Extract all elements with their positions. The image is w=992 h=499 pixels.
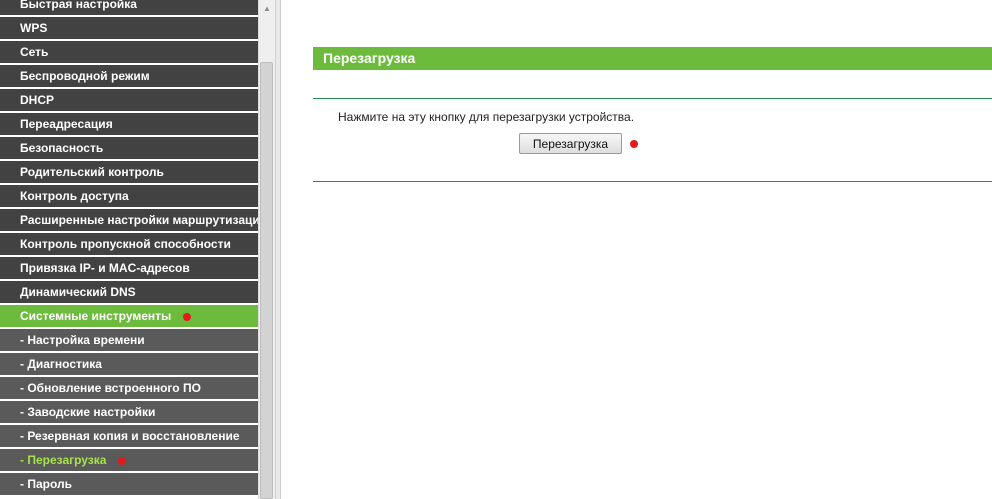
sidebar-item-system-tools[interactable]: Системные инструменты xyxy=(0,305,258,329)
sidebar-item-label: Привязка IP- и MAC-адресов xyxy=(20,261,190,275)
router-admin-window: Быстрая настройка WPS Сеть Беспроводной … xyxy=(0,0,992,499)
sidebar-item-dhcp[interactable]: DHCP xyxy=(0,89,258,113)
sidebar-item-password[interactable]: - Пароль xyxy=(0,473,258,497)
sidebar-menu: Быстрая настройка WPS Сеть Беспроводной … xyxy=(0,0,258,499)
sidebar-item-label: - Перезагрузка xyxy=(20,453,107,467)
sidebar-item-bandwidth-control[interactable]: Контроль пропускной способности xyxy=(0,233,258,257)
sidebar-item-wps[interactable]: WPS xyxy=(0,17,258,41)
sidebar-item-ip-mac-binding[interactable]: Привязка IP- и MAC-адресов xyxy=(0,257,258,281)
sidebar-item-label: Родительский контроль xyxy=(20,165,164,179)
scrollbar-thumb[interactable] xyxy=(260,62,273,499)
sidebar-item-time-settings[interactable]: - Настройка времени xyxy=(0,329,258,353)
sidebar-item-label: Контроль пропускной способности xyxy=(20,237,231,251)
sidebar-item-label: Беспроводной режим xyxy=(20,69,150,83)
sidebar-item-parental-control[interactable]: Родительский контроль xyxy=(0,161,258,185)
sidebar-item-label: - Заводские настройки xyxy=(20,405,156,419)
red-marker-dot-icon xyxy=(183,313,191,321)
red-marker-dot-icon xyxy=(118,457,126,465)
sidebar-item-label: Безопасность xyxy=(20,141,104,155)
sidebar-item-label: Динамический DNS xyxy=(20,285,136,299)
sidebar-item-label: Переадресация xyxy=(20,117,113,131)
sidebar-item-access-control[interactable]: Контроль доступа xyxy=(0,185,258,209)
sidebar-item-firmware-upgrade[interactable]: - Обновление встроенного ПО xyxy=(0,377,258,401)
sidebar-item-quick-setup[interactable]: Быстрая настройка xyxy=(0,0,258,17)
sidebar-item-diagnostics[interactable]: - Диагностика xyxy=(0,353,258,377)
sidebar-item-label: - Диагностика xyxy=(20,357,102,371)
scroll-up-arrow-icon[interactable]: ▲ xyxy=(259,0,275,17)
sidebar-item-label: - Настройка времени xyxy=(20,333,145,347)
sidebar-item-security[interactable]: Безопасность xyxy=(0,137,258,161)
sidebar-scrollbar[interactable]: ▲ xyxy=(258,0,275,499)
divider-line-bottom xyxy=(313,181,992,182)
sidebar-item-forwarding[interactable]: Переадресация xyxy=(0,113,258,137)
main-content: Перезагрузка Нажмите на эту кнопку для п… xyxy=(281,0,992,499)
sidebar-item-label: - Обновление встроенного ПО xyxy=(20,381,201,395)
sidebar-item-label: Контроль доступа xyxy=(20,189,129,203)
sidebar-item-label: - Резервная копия и восстановление xyxy=(20,429,240,443)
sidebar-item-label: - Пароль xyxy=(20,477,72,491)
sidebar-item-label: Системные инструменты xyxy=(20,309,172,323)
sidebar-item-advanced-routing[interactable]: Расширенные настройки маршрутизации xyxy=(0,209,258,233)
reboot-button[interactable]: Перезагрузка xyxy=(519,133,622,154)
red-marker-dot-icon xyxy=(630,140,638,148)
sidebar-item-factory-defaults[interactable]: - Заводские настройки xyxy=(0,401,258,425)
page-title: Перезагрузка xyxy=(313,47,992,70)
sidebar-item-network[interactable]: Сеть xyxy=(0,41,258,65)
sidebar-item-label: WPS xyxy=(20,21,48,35)
reboot-description: Нажмите на эту кнопку для перезагрузки у… xyxy=(338,110,635,124)
sidebar-item-dynamic-dns[interactable]: Динамический DNS xyxy=(0,281,258,305)
divider-line-top xyxy=(313,98,992,99)
sidebar-item-label: Расширенные настройки маршрутизации xyxy=(20,213,258,227)
sidebar-item-label: Быстрая настройка xyxy=(20,0,137,11)
sidebar-item-wireless[interactable]: Беспроводной режим xyxy=(0,65,258,89)
sidebar-item-reboot[interactable]: - Перезагрузка xyxy=(0,449,258,473)
sidebar-item-label: DHCP xyxy=(20,93,55,107)
sidebar-item-label: Сеть xyxy=(20,45,49,59)
sidebar-item-backup-restore[interactable]: - Резервная копия и восстановление xyxy=(0,425,258,449)
